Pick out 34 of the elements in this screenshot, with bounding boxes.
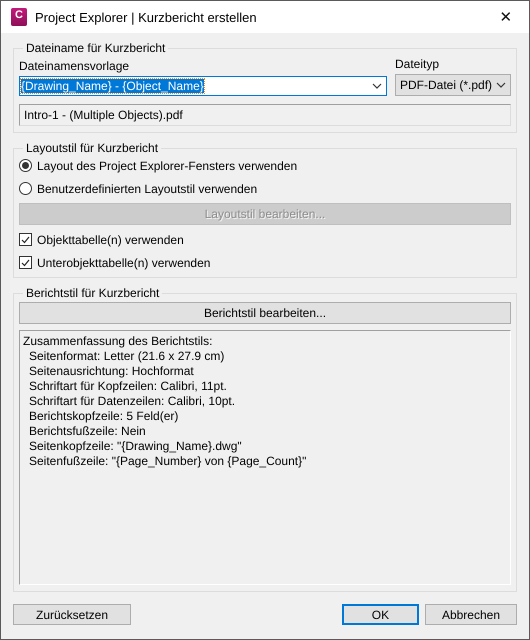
close-button[interactable]: ✕ xyxy=(483,1,529,33)
checkbox-label: Objekttabelle(n) verwenden xyxy=(37,232,184,246)
filename-preview: Intro-1 - (Multiple Objects).pdf xyxy=(19,104,511,126)
chevron-icon xyxy=(496,82,506,88)
window-title: Project Explorer | Kurzbericht erstellen xyxy=(35,10,258,24)
template-combo-field[interactable]: {Drawing_Name} - {Object_Name} xyxy=(19,76,387,96)
field-label: Dateinamensvorlage xyxy=(19,59,130,73)
radio-button[interactable] xyxy=(19,182,32,195)
summary-line: Seitenausrichtung: Hochformat xyxy=(28,364,195,378)
checkbox-label: Unterobjekttabelle(n) verwenden xyxy=(37,256,210,270)
dialog-button[interactable]: OK xyxy=(342,604,419,625)
chevron-icon xyxy=(372,83,382,89)
edit-report-style-button[interactable]: Berichtstil bearbeiten... xyxy=(19,302,511,324)
group-title: Layoutstil für Kurzbericht xyxy=(25,141,160,155)
summary-line: Seitenformat: Letter (21.6 x 27.9 cm) xyxy=(28,349,226,363)
summary-heading: Zusammenfassung des Berichtstils: xyxy=(23,334,214,348)
summary-line: Berichtskopfzeile: 5 Feld(er) xyxy=(28,409,180,423)
group-title: Berichtstil für Kurzbericht xyxy=(25,286,160,300)
radio-label: Layout des Project Explorer-Fensters verwenden xyxy=(37,158,298,172)
summary-line: Seitenkopfzeile: "{Drawing_Name}.dwg" xyxy=(28,439,243,453)
radio-label: Benutzerdefinierten Layoutstil verwenden xyxy=(37,182,258,196)
field-label: Dateityp xyxy=(395,57,440,71)
group-title: Dateiname für Kurzbericht xyxy=(25,41,166,55)
summary-line: Schriftart für Kopfzeilen: Calibri, 11pt. xyxy=(28,379,228,393)
summary-line: Berichtsfußzeile: Nein xyxy=(28,424,147,438)
checkbox[interactable] xyxy=(19,256,32,269)
dialog-button[interactable]: Abbrechen xyxy=(424,604,517,625)
filetype-dropdown[interactable]: PDF-Datei (*.pdf) xyxy=(395,74,511,96)
radio-button[interactable] xyxy=(19,159,32,172)
summary-line: Seitenfußzeile: "{Page_Number} von {Page_Count}" xyxy=(28,454,308,468)
summary-line: Schriftart für Datenzeilen: Calibri, 10pt. xyxy=(28,394,236,408)
app-logo: C xyxy=(11,8,27,26)
checkbox[interactable] xyxy=(19,233,32,246)
reset-button[interactable]: Zurücksetzen xyxy=(13,604,131,625)
